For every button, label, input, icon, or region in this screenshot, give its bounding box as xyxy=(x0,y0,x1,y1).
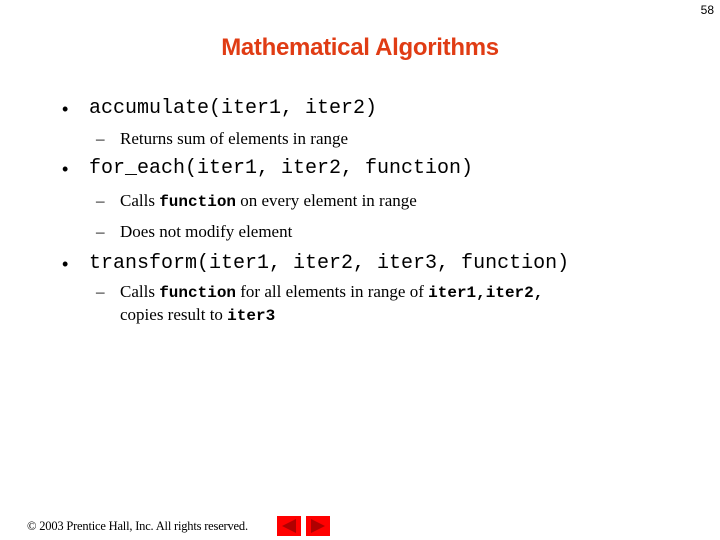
bullet-text: transform(iter1, iter2, iter3, function) xyxy=(89,252,570,275)
bullet-transform: • transform(iter1, iter2, iter3, function… xyxy=(62,251,702,327)
bullet-icon: • xyxy=(62,159,69,179)
triangle-right-icon xyxy=(311,519,325,533)
sub-item: – Returns sum of elements in range xyxy=(62,128,702,150)
bullet-text: accumulate(iter1, iter2) xyxy=(89,97,378,120)
code-text: iter3 xyxy=(227,307,276,325)
slide-content: • accumulate(iter1, iter2) – Returns sum o… xyxy=(62,96,702,327)
bullet-item: • transform(iter1, iter2, iter3, function… xyxy=(62,251,702,277)
dash-icon: – xyxy=(96,222,105,241)
triangle-left-icon xyxy=(282,519,296,533)
bullet-icon: • xyxy=(62,99,69,119)
sub-text: for all elements in range of xyxy=(236,282,429,301)
bullet-item: • accumulate(iter1, iter2) xyxy=(62,96,702,122)
previous-slide-button[interactable] xyxy=(277,516,301,536)
sub-item: – Does not modify element xyxy=(62,221,702,243)
next-slide-button[interactable] xyxy=(306,516,330,536)
sub-text: Calls xyxy=(120,282,160,301)
copyright-footer: © 2003 Prentice Hall, Inc. All rights re… xyxy=(27,519,248,533)
dash-icon: – xyxy=(96,282,105,301)
sub-text: Calls xyxy=(120,191,160,210)
bullet-accumulate: • accumulate(iter1, iter2) – Returns sum o… xyxy=(62,96,702,150)
code-text: iter1,iter2, xyxy=(428,284,544,302)
sub-text: on every element in range xyxy=(236,191,417,210)
page-number: 58 xyxy=(700,3,714,17)
bullet-icon: • xyxy=(62,254,69,274)
bullet-item: • for_each(iter1, iter2, function) xyxy=(62,156,702,182)
sub-item: – Calls function on every element in rang… xyxy=(62,190,702,213)
sub-text: Returns sum of elements in range xyxy=(120,129,349,148)
sub-text: Does not modify element xyxy=(120,222,293,241)
sub-text: copies result to xyxy=(120,305,228,324)
dash-icon: – xyxy=(96,129,105,148)
bullet-text: for_each(iter1, iter2, function) xyxy=(89,157,474,180)
slide-title: Mathematical Algorithms xyxy=(221,34,499,61)
sub-item: – Calls function for all elements in rang… xyxy=(62,281,702,327)
dash-icon: – xyxy=(96,191,105,210)
code-text: function xyxy=(159,193,237,211)
bullet-for-each: • for_each(iter1, iter2, function) – Calls… xyxy=(62,156,702,243)
code-text: function xyxy=(159,284,237,302)
